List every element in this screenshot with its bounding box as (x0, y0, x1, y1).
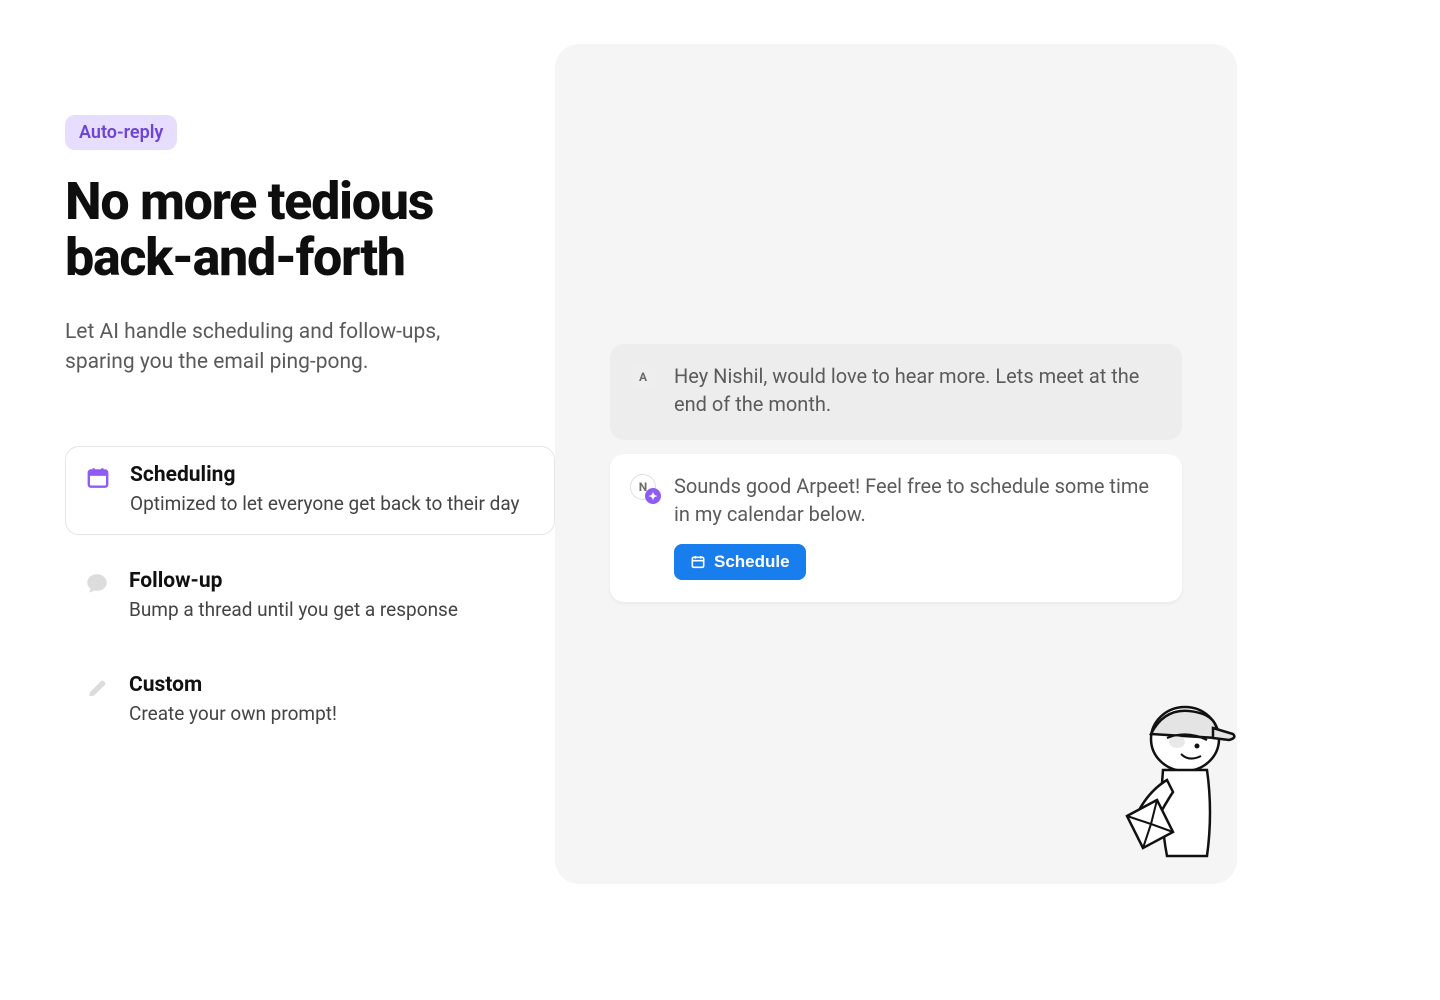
right-panel: A Hey Nishil, would love to hear more. L… (555, 0, 1440, 1000)
feature-desc: Optimized to let everyone get back to th… (130, 491, 536, 518)
feature-title: Follow-up (129, 569, 537, 593)
avatar: A (630, 364, 656, 390)
feature-desc: Create your own prompt! (129, 701, 537, 728)
chat-bubble-incoming: A Hey Nishil, would love to hear more. L… (610, 344, 1182, 440)
page-title: No more tedious back-and-forth (65, 174, 555, 286)
chat-bubble-reply: N ✦ Sounds good Arpeet! Feel free to sch… (610, 454, 1182, 602)
sparkle-icon: ✦ (645, 488, 661, 504)
feature-desc: Bump a thread until you get a response (129, 597, 537, 624)
pencil-icon (83, 674, 111, 702)
schedule-button[interactable]: Schedule (674, 544, 806, 580)
chat-message-text: Sounds good Arpeet! Feel free to schedul… (674, 472, 1162, 528)
calendar-icon (84, 464, 112, 492)
feature-title: Scheduling (130, 463, 536, 487)
page-subtitle: Let AI handle scheduling and follow-ups,… (65, 318, 505, 378)
chat-message-text: Hey Nishil, would love to hear more. Let… (674, 362, 1162, 418)
chat-preview: A Hey Nishil, would love to hear more. L… (555, 44, 1237, 884)
category-badge: Auto-reply (65, 115, 177, 150)
avatar: N ✦ (630, 474, 656, 500)
feature-custom[interactable]: Custom Create your own prompt! (65, 657, 555, 744)
feature-list: Scheduling Optimized to let everyone get… (65, 446, 555, 744)
left-panel: Auto-reply No more tedious back-and-fort… (0, 0, 555, 1000)
feature-title: Custom (129, 673, 537, 697)
feature-followup[interactable]: Follow-up Bump a thread until you get a … (65, 553, 555, 640)
schedule-button-label: Schedule (714, 552, 790, 572)
calendar-icon (690, 554, 706, 570)
feature-scheduling[interactable]: Scheduling Optimized to let everyone get… (65, 446, 555, 535)
mascot-illustration (1107, 684, 1237, 884)
chat-bubble-icon (83, 570, 111, 598)
